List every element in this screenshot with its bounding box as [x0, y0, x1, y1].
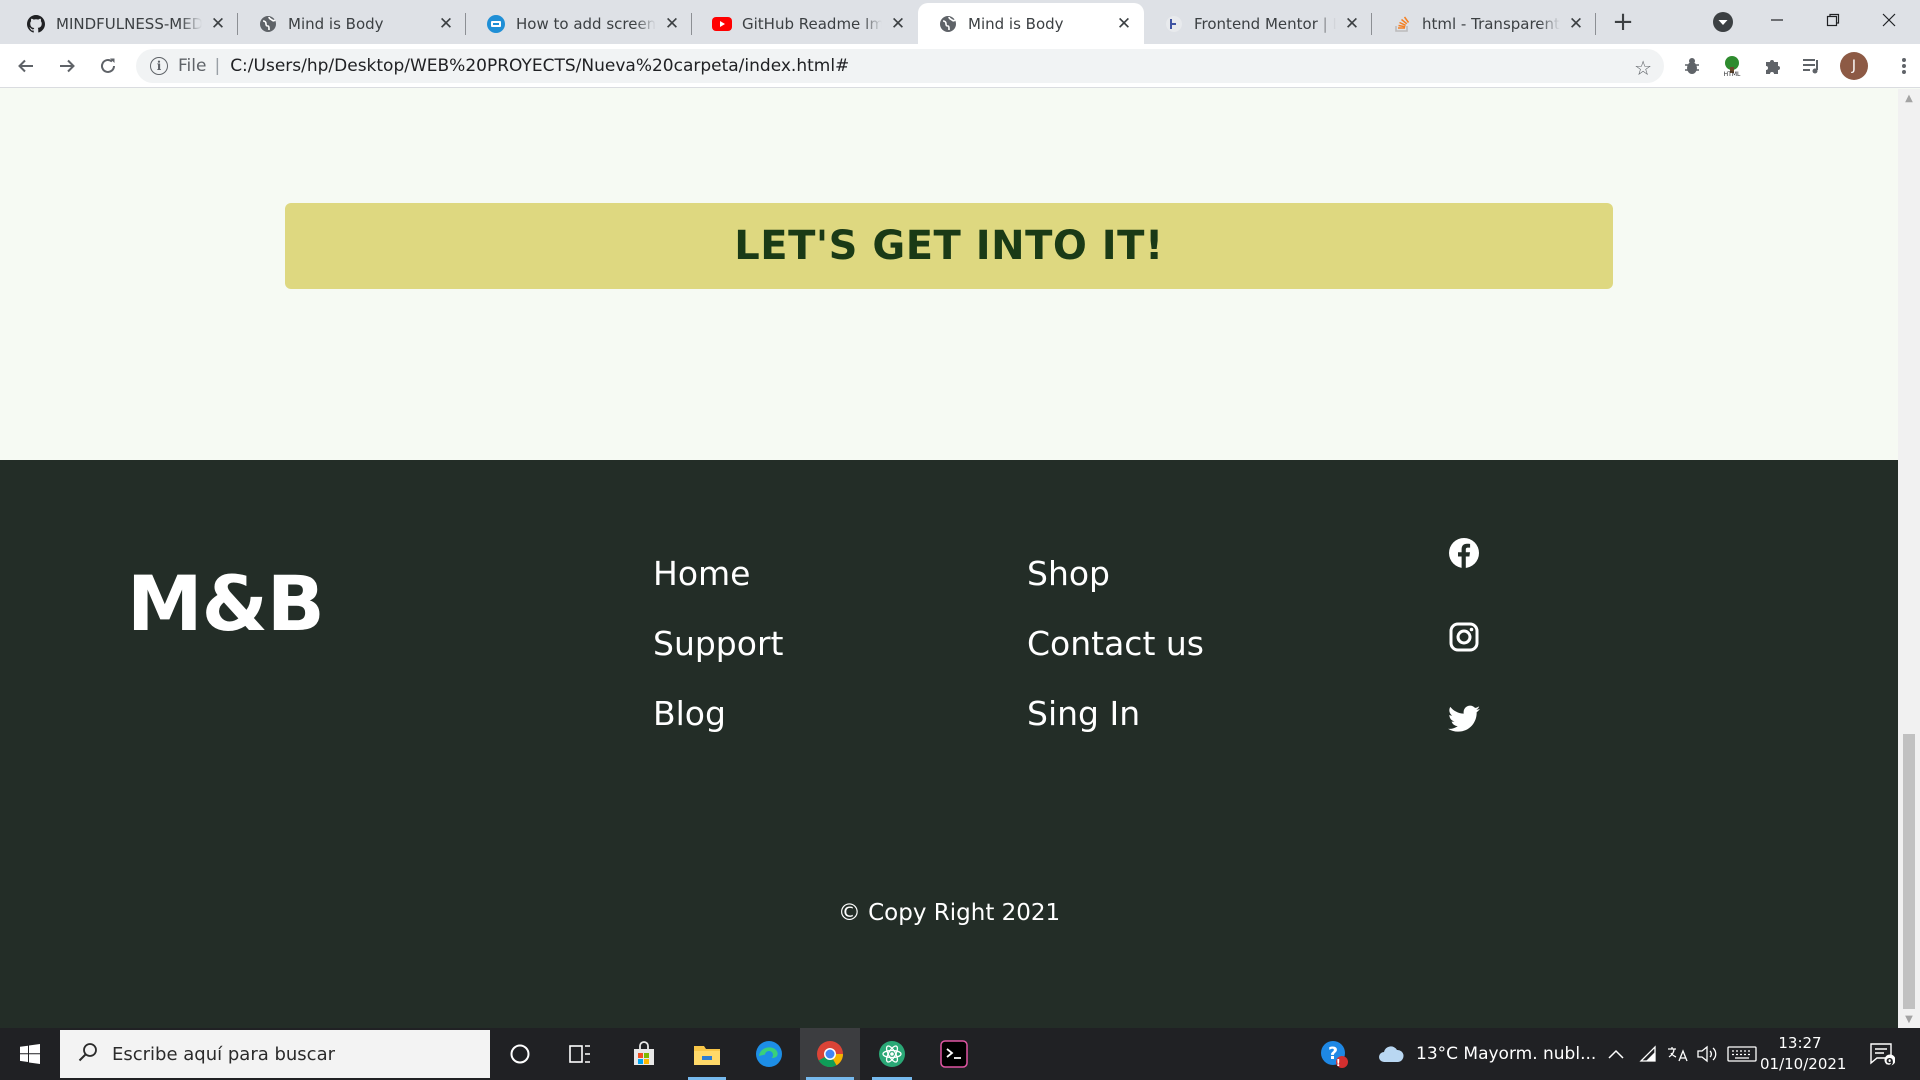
globe-icon — [938, 14, 958, 34]
site-icon — [486, 14, 506, 34]
tab-transparent-css[interactable]: html - Transparent CS ✕ — [1372, 3, 1596, 44]
clock-date: 01/10/2021 — [1760, 1055, 1847, 1073]
globe-icon — [258, 14, 278, 34]
tab-strip: MINDFULNESS-MEDIT ✕ Mind is Body ✕ How t… — [0, 0, 1920, 44]
tab-github-readme-image[interactable]: GitHub Readme Image ✕ — [692, 3, 918, 44]
extensions-puzzle-icon[interactable] — [1756, 50, 1788, 82]
tab-title: GitHub Readme Image — [742, 14, 882, 33]
task-view-icon[interactable] — [560, 1028, 600, 1080]
address-bar[interactable]: i File | C:/Users/hp/Desktop/WEB%20PROYE… — [136, 49, 1664, 83]
instagram-icon[interactable] — [1447, 620, 1481, 654]
windows-taskbar: Escribe aquí para buscar ? ! 13°C Mayorm… — [0, 1028, 1920, 1080]
scroll-down-icon[interactable]: ▼ — [1898, 1010, 1920, 1028]
back-icon[interactable] — [10, 50, 42, 82]
bookmark-star-icon[interactable]: ☆ — [1634, 56, 1652, 80]
scheme-divider: | — [214, 56, 221, 76]
tab-search-icon[interactable] — [1709, 8, 1737, 36]
close-tab-icon[interactable]: ✕ — [1566, 14, 1586, 34]
twitter-icon[interactable] — [1447, 702, 1481, 736]
terminal-icon[interactable] — [928, 1028, 980, 1080]
profile-avatar[interactable]: J — [1840, 52, 1868, 80]
tab-divider — [1595, 13, 1596, 35]
vertical-scrollbar[interactable]: ▲ ▼ — [1898, 89, 1920, 1028]
web-page: LET'S GET INTO IT! M&B Home Support Blog… — [0, 89, 1898, 1028]
browser-toolbar: i File | C:/Users/hp/Desktop/WEB%20PROYE… — [0, 44, 1920, 88]
footer-link-sign-in[interactable]: Sing In — [1027, 694, 1140, 733]
tab-title: Mind is Body — [288, 14, 384, 33]
info-icon[interactable]: i — [150, 57, 168, 75]
footer-logo[interactable]: M&B — [127, 559, 325, 648]
language-input-icon[interactable] — [1664, 1028, 1692, 1080]
tab-title: How to add screensho — [516, 14, 656, 33]
url-text: C:/Users/hp/Desktop/WEB%20PROYECTS/Nueva… — [230, 56, 850, 76]
chevron-up-icon[interactable] — [1604, 1028, 1628, 1080]
edge-icon[interactable] — [744, 1028, 794, 1080]
facebook-icon[interactable] — [1447, 536, 1481, 570]
footer-link-shop[interactable]: Shop — [1027, 554, 1110, 593]
tab-mind-is-body-active[interactable]: Mind is Body ✕ — [918, 3, 1144, 44]
notification-center-icon[interactable]: 9 — [1862, 1028, 1902, 1080]
keyboard-icon[interactable] — [1724, 1028, 1760, 1080]
help-icon[interactable]: ? ! — [1314, 1028, 1354, 1080]
tab-github[interactable]: MINDFULNESS-MEDIT ✕ — [6, 3, 238, 44]
atom-app-icon[interactable] — [866, 1028, 918, 1080]
tab-add-screenshot[interactable]: How to add screensho ✕ — [466, 3, 692, 44]
bug-extension-icon[interactable] — [1676, 50, 1708, 82]
chrome-taskbar-icon[interactable] — [800, 1028, 860, 1080]
tab-title: MINDFULNESS-MEDIT — [56, 14, 202, 33]
new-tab-button[interactable]: + — [1609, 7, 1637, 37]
stackoverflow-icon — [1392, 14, 1412, 34]
clock-time: 13:27 — [1778, 1034, 1822, 1052]
footer-link-home[interactable]: Home — [653, 554, 750, 593]
github-icon — [26, 14, 46, 34]
system-clock[interactable]: 13:27 01/10/2021 — [1760, 1033, 1847, 1075]
help-badge: ! — [1336, 1058, 1341, 1069]
close-tab-icon[interactable]: ✕ — [1342, 14, 1362, 34]
html-extension-icon[interactable]: HTML — [1716, 50, 1748, 82]
footer-link-support[interactable]: Support — [653, 624, 783, 663]
tab-frontend-mentor[interactable]: Frontend Mentor | Lo ✕ — [1144, 3, 1372, 44]
close-window-icon[interactable] — [1866, 0, 1912, 40]
footer-link-contact-us[interactable]: Contact us — [1027, 624, 1204, 663]
search-icon — [78, 1042, 98, 1067]
notification-count: 9 — [1886, 1056, 1894, 1069]
site-footer: M&B Home Support Blog Shop Contact us Si… — [0, 460, 1898, 1028]
close-tab-icon[interactable]: ✕ — [662, 14, 682, 34]
forward-icon[interactable] — [51, 50, 83, 82]
microsoft-store-icon[interactable] — [622, 1028, 666, 1080]
network-icon[interactable] — [1636, 1028, 1664, 1080]
copyright-text: © Copy Right 2021 — [837, 900, 1061, 926]
tab-title: Mind is Body — [968, 14, 1064, 33]
svg-text:HTML: HTML — [1724, 71, 1741, 77]
close-tab-icon[interactable]: ✕ — [436, 14, 456, 34]
weather-text[interactable]: 13°C Mayorm. nubl... — [1416, 1044, 1596, 1064]
frontend-mentor-icon — [1164, 14, 1184, 34]
scroll-up-icon[interactable]: ▲ — [1898, 89, 1920, 107]
restore-icon[interactable] — [1810, 0, 1856, 40]
get-into-it-button[interactable]: LET'S GET INTO IT! — [285, 203, 1613, 289]
close-tab-icon[interactable]: ✕ — [1114, 14, 1134, 34]
footer-link-blog[interactable]: Blog — [653, 694, 726, 733]
close-tab-icon[interactable]: ✕ — [208, 14, 228, 34]
youtube-icon — [712, 14, 732, 34]
taskbar-search-box[interactable]: Escribe aquí para buscar — [60, 1030, 490, 1078]
menu-kebab-icon[interactable] — [1888, 50, 1920, 82]
media-control-icon[interactable] — [1796, 50, 1828, 82]
search-placeholder: Escribe aquí para buscar — [112, 1043, 336, 1065]
file-explorer-icon[interactable] — [682, 1028, 732, 1080]
scheme-label: File — [178, 56, 207, 76]
close-tab-icon[interactable]: ✕ — [888, 14, 908, 34]
cortana-icon[interactable] — [500, 1028, 540, 1080]
tab-title: Frontend Mentor | Lo — [1194, 14, 1336, 33]
reload-icon[interactable] — [92, 50, 124, 82]
volume-icon[interactable] — [1694, 1028, 1722, 1080]
windows-start-icon[interactable] — [8, 1028, 52, 1080]
tab-mind-is-body[interactable]: Mind is Body ✕ — [238, 3, 466, 44]
tab-title: html - Transparent CS — [1422, 14, 1560, 33]
cloudy-weather-icon[interactable] — [1376, 1028, 1406, 1080]
scroll-thumb[interactable] — [1903, 734, 1915, 1009]
minimize-icon[interactable] — [1754, 0, 1800, 40]
